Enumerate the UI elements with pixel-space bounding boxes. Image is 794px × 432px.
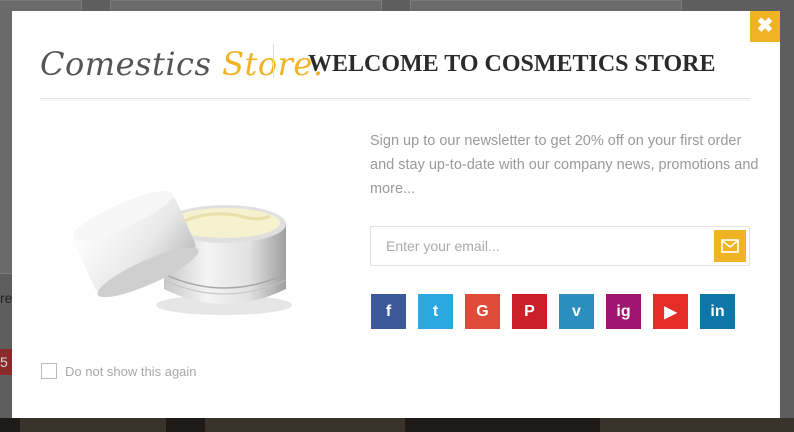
popup-title: WELCOME TO COSMETICS STORE	[308, 51, 716, 77]
vimeo-button[interactable]: v	[559, 294, 594, 329]
twitter-icon: t	[432, 302, 439, 320]
facebook-icon: f	[385, 302, 392, 320]
google-icon: G	[476, 302, 489, 320]
linkedin-icon: in	[710, 302, 725, 320]
logo-text: Comestics	[40, 45, 212, 83]
youtube-icon: ▶	[664, 303, 677, 321]
product-image	[72, 169, 304, 324]
youtube-button[interactable]: ▶	[653, 294, 688, 329]
header-separator	[40, 98, 750, 101]
subscribe-button[interactable]	[714, 230, 746, 262]
instagram-icon: ig	[616, 302, 631, 320]
vimeo-icon: v	[572, 302, 581, 320]
newsletter-description: Sign up to our newsletter to get 20% off…	[370, 133, 759, 197]
newsletter-form	[370, 226, 750, 266]
google-plus-button[interactable]: G	[465, 294, 500, 329]
email-input[interactable]	[371, 227, 731, 265]
dont-show-checkbox[interactable]	[41, 363, 57, 379]
envelope-icon	[721, 239, 739, 253]
dont-show-option: Do not show this again	[41, 363, 197, 379]
dont-show-label: Do not show this again	[65, 363, 197, 379]
close-button[interactable]: ✖	[750, 11, 780, 42]
linkedin-button[interactable]: in	[700, 294, 735, 329]
cream-jar-icon	[72, 190, 292, 315]
facebook-button[interactable]: f	[371, 294, 406, 329]
background-tag: 5	[0, 349, 12, 375]
header-divider	[273, 44, 274, 78]
background-image-strip	[0, 418, 794, 432]
background-text-fragment: re	[0, 290, 13, 306]
pinterest-icon: P	[524, 302, 535, 320]
social-links: f t G P v ig ▶ in	[371, 294, 735, 329]
instagram-button[interactable]: ig	[606, 294, 641, 329]
store-logo: Comestics Store.	[40, 45, 324, 83]
close-icon: ✖	[756, 15, 774, 37]
twitter-button[interactable]: t	[418, 294, 453, 329]
newsletter-popup: Comestics Store. WELCOME TO COSMETICS ST…	[12, 11, 780, 418]
pinterest-button[interactable]: P	[512, 294, 547, 329]
